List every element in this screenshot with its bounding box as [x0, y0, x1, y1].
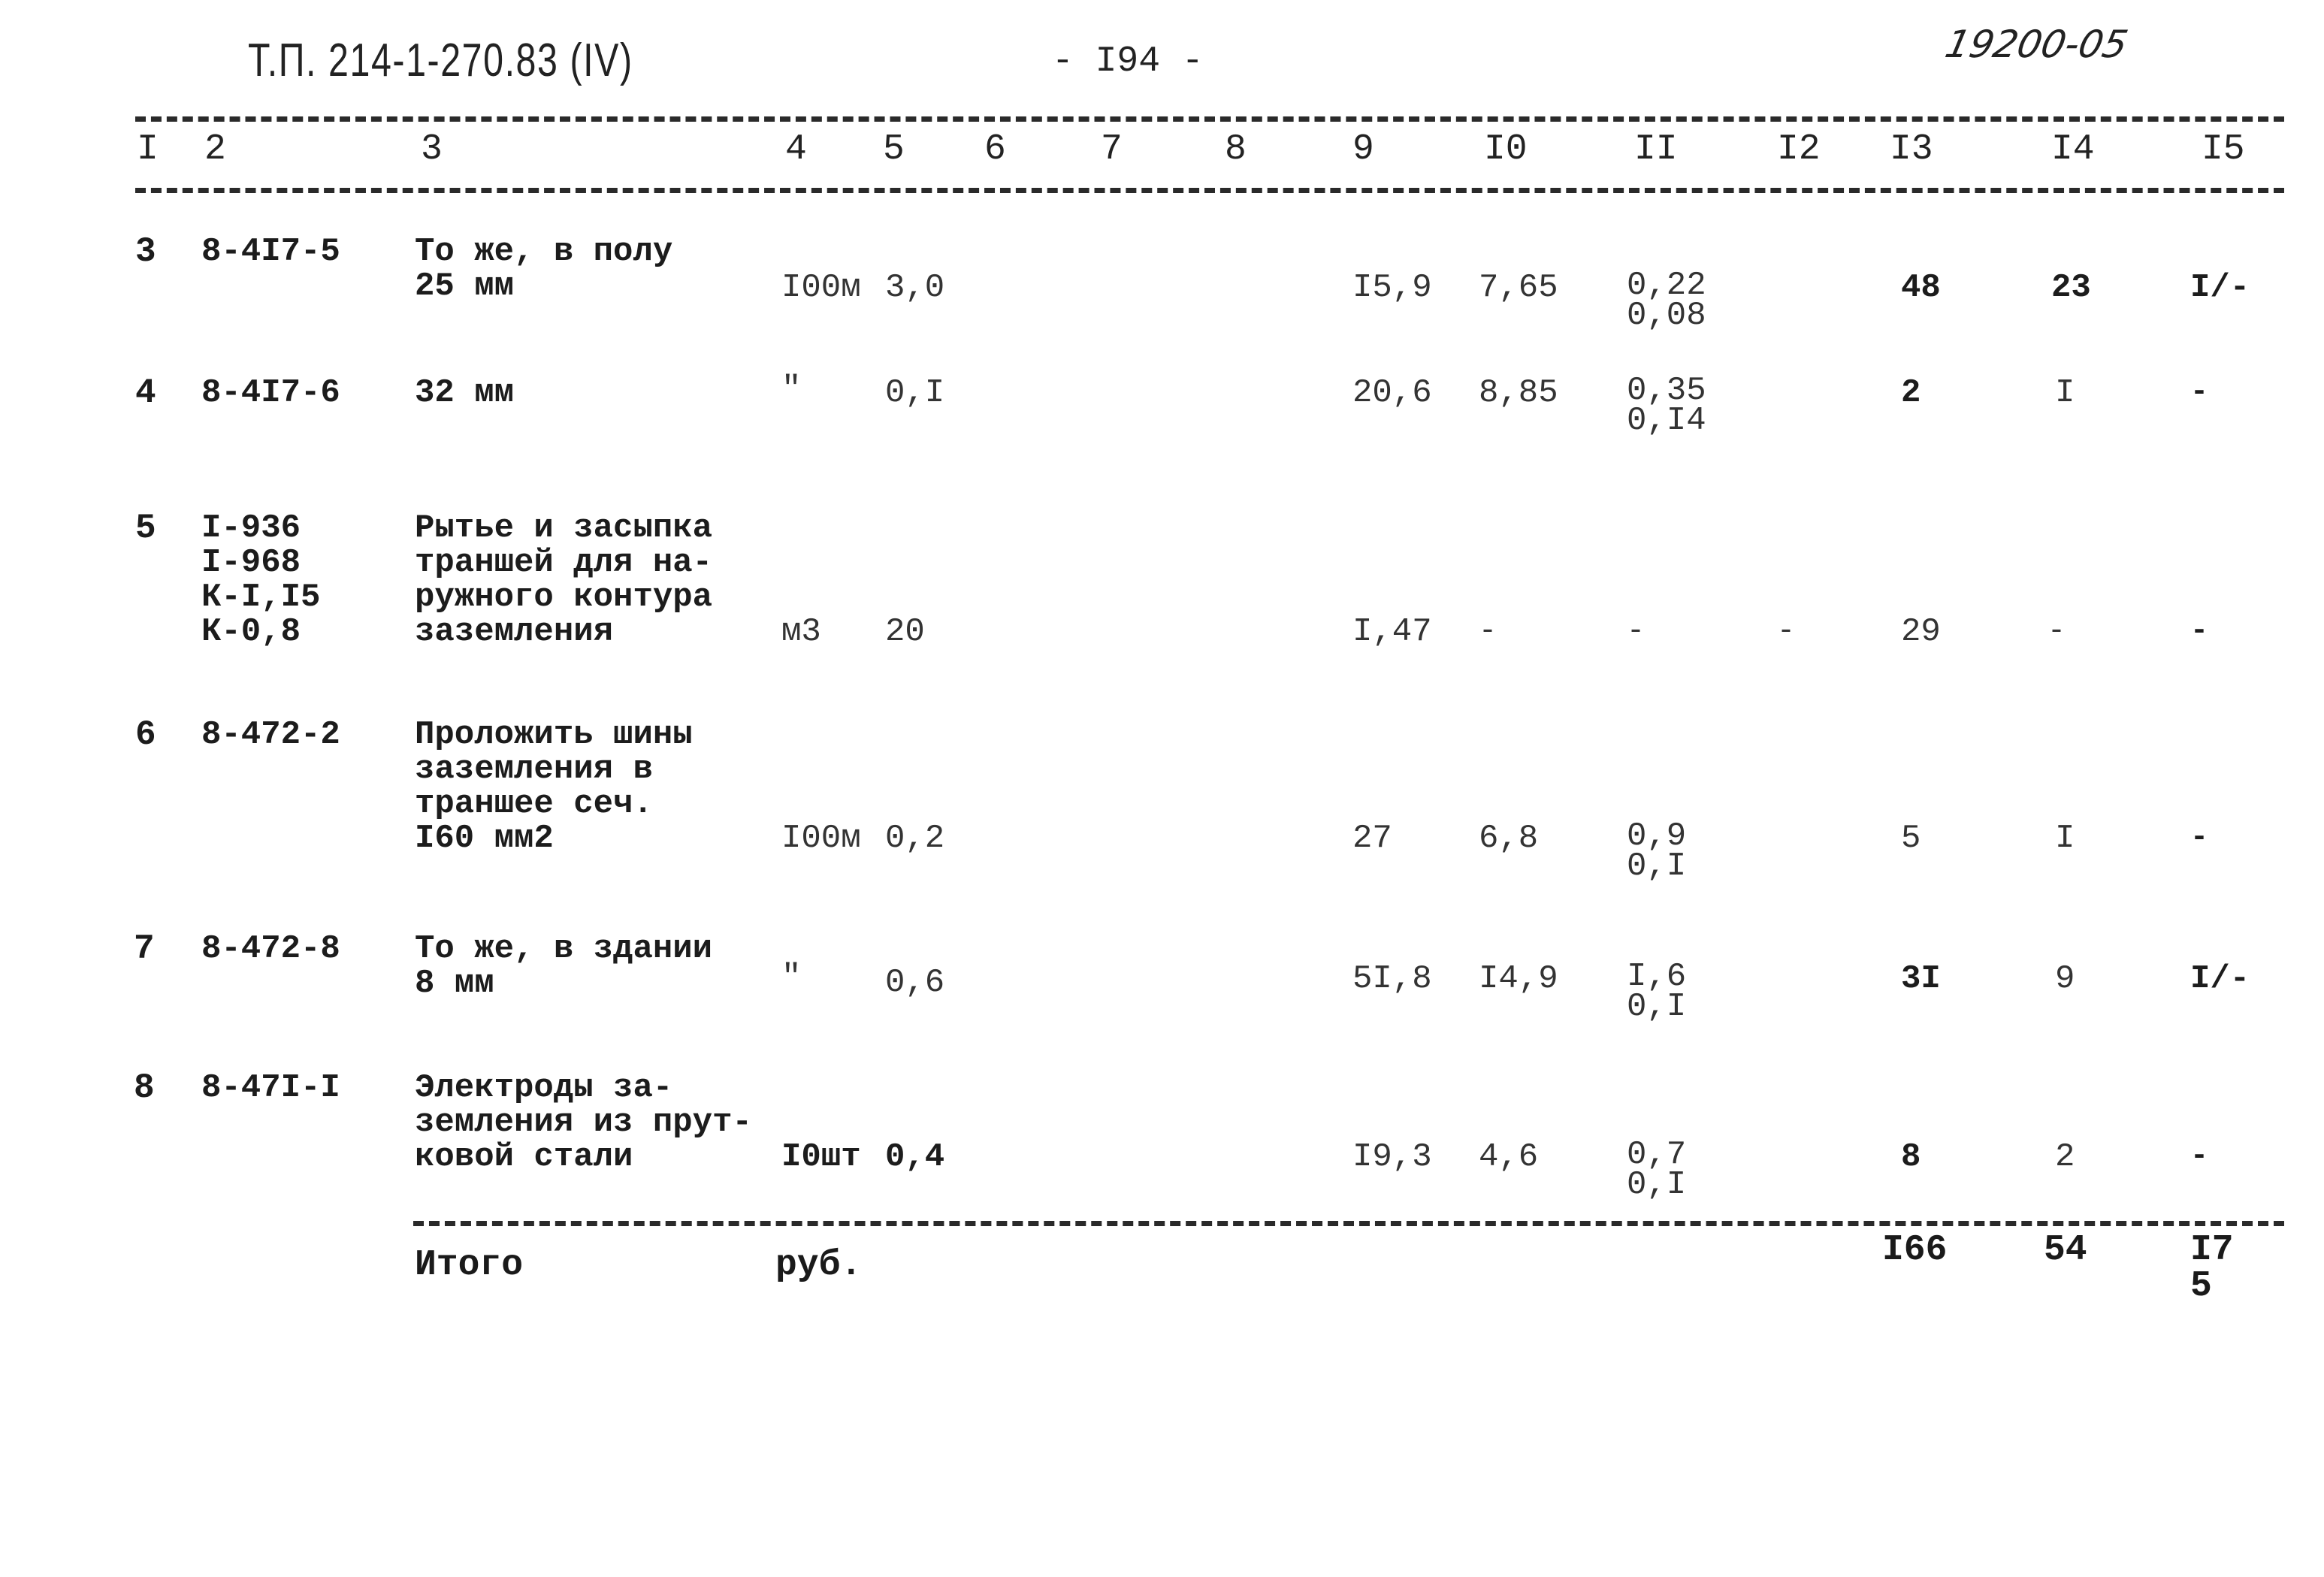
work-description: То же, в полу 25 мм	[415, 233, 673, 305]
col11-value: I,6 0,I	[1627, 958, 1687, 1026]
unit: I00м	[781, 820, 861, 857]
col9-value: I5,9	[1352, 269, 1432, 307]
work-description: Рытье и засыпка траншей для на- ружного …	[415, 509, 713, 651]
col10-value: 4,6	[1479, 1138, 1539, 1176]
quantity: 3,0	[885, 269, 945, 307]
col11-value: 0,22 0,08	[1627, 267, 1706, 334]
row-number: 4	[135, 373, 156, 412]
col13-value: 29	[1901, 613, 1941, 651]
work-description: 32 мм	[415, 374, 515, 412]
column-header: 9	[1352, 129, 1374, 170]
work-description: То же, в здании 8 мм	[415, 930, 713, 1002]
rate-code: 8-47I-I	[201, 1069, 340, 1107]
row-number: 5	[135, 509, 156, 548]
row-number: 8	[134, 1068, 155, 1107]
work-description: Проложить шины заземления в траншее сеч.…	[415, 716, 693, 857]
col14-value: -	[2047, 615, 2066, 648]
col10-value: 7,65	[1479, 269, 1558, 307]
row-number: 3	[135, 232, 156, 271]
column-header: 6	[984, 129, 1006, 170]
col12-value: -	[1777, 615, 1796, 648]
col15-value: I/-	[2190, 269, 2250, 307]
col11-value: 0,7 0,I	[1627, 1136, 1687, 1204]
total-col13: I66	[1882, 1230, 1948, 1270]
rate-code: 8-4I7-5	[201, 233, 340, 270]
col9-value: I9,3	[1352, 1138, 1432, 1176]
column-header: 7	[1101, 129, 1123, 170]
col10-value: -	[1479, 615, 1497, 648]
unit: "	[781, 370, 802, 408]
col13-value: 8	[1901, 1138, 1921, 1176]
quantity: 0,4	[885, 1138, 945, 1176]
archive-number: 19200-05	[1941, 23, 2132, 66]
column-header: I3	[1890, 129, 1933, 170]
col15-value: -	[2190, 1140, 2209, 1174]
column-header: 3	[421, 129, 443, 170]
quantity: 0,2	[885, 820, 945, 857]
col15-value: -	[2190, 821, 2209, 855]
column-header: I4	[2051, 129, 2095, 170]
col14-value: 9	[2055, 960, 2075, 998]
col10-value: I4,9	[1479, 960, 1558, 998]
col13-value: 48	[1901, 269, 1941, 307]
col11-value: 0,35 0,I4	[1627, 372, 1706, 440]
total-col15: I7 5	[2190, 1230, 2234, 1307]
total-col14: 54	[2044, 1230, 2087, 1270]
col13-value: 5	[1901, 820, 1921, 857]
col9-value: 5I,8	[1352, 960, 1432, 998]
col13-value: 2	[1901, 374, 1921, 412]
quantity: 0,6	[885, 964, 945, 1001]
rate-code: 8-472-8	[201, 930, 340, 968]
row-number: 6	[135, 715, 156, 754]
col10-value: 6,8	[1479, 820, 1539, 857]
total-label: Итого	[415, 1245, 524, 1285]
col15-value: -	[2190, 376, 2209, 409]
header-bottom-rule	[135, 188, 2284, 193]
col15-value: I/-	[2190, 960, 2250, 998]
col9-value: 27	[1352, 820, 1392, 857]
column-header: II	[1634, 129, 1678, 170]
unit: м3	[781, 613, 821, 651]
rate-code: 8-472-2	[201, 716, 340, 754]
column-header: I5	[2202, 129, 2245, 170]
column-header: I	[137, 129, 159, 170]
col15-value: -	[2190, 615, 2209, 648]
work-description: Электроды за- земления из прут- ковой ст…	[415, 1069, 752, 1176]
document-reference: Т.П. 214-1-270.83 (IV)	[248, 35, 633, 86]
col11-value: 0,9 0,I	[1627, 817, 1687, 885]
column-header: 8	[1225, 129, 1247, 170]
col13-value: 3I	[1901, 960, 1941, 998]
column-header: 4	[785, 129, 807, 170]
row-number: 7	[134, 929, 155, 968]
unit: I00м	[781, 269, 861, 307]
col11-value: -	[1627, 615, 1646, 648]
column-header: I0	[1484, 129, 1528, 170]
rate-code: 8-4I7-6	[201, 374, 340, 412]
column-header: 2	[204, 129, 226, 170]
total-unit: руб.	[775, 1245, 863, 1285]
col14-value: I	[2055, 820, 2075, 857]
col9-value: I,47	[1352, 613, 1432, 651]
page-number: - I94 -	[1052, 41, 1204, 82]
col9-value: 20,6	[1352, 374, 1432, 412]
total-rule	[413, 1221, 2284, 1226]
column-header: 5	[883, 129, 905, 170]
col14-value: I	[2055, 374, 2075, 412]
column-header: I2	[1777, 129, 1821, 170]
quantity: 20	[885, 613, 925, 651]
header-top-rule	[135, 116, 2284, 122]
unit: "	[781, 959, 802, 996]
quantity: 0,I	[885, 374, 945, 412]
col14-value: 23	[2051, 269, 2091, 307]
rate-code: I-936 I-968 К-I,I5 К-0,8	[201, 509, 321, 651]
col10-value: 8,85	[1479, 374, 1558, 412]
col14-value: 2	[2055, 1138, 2075, 1176]
unit: I0шт	[781, 1138, 861, 1176]
